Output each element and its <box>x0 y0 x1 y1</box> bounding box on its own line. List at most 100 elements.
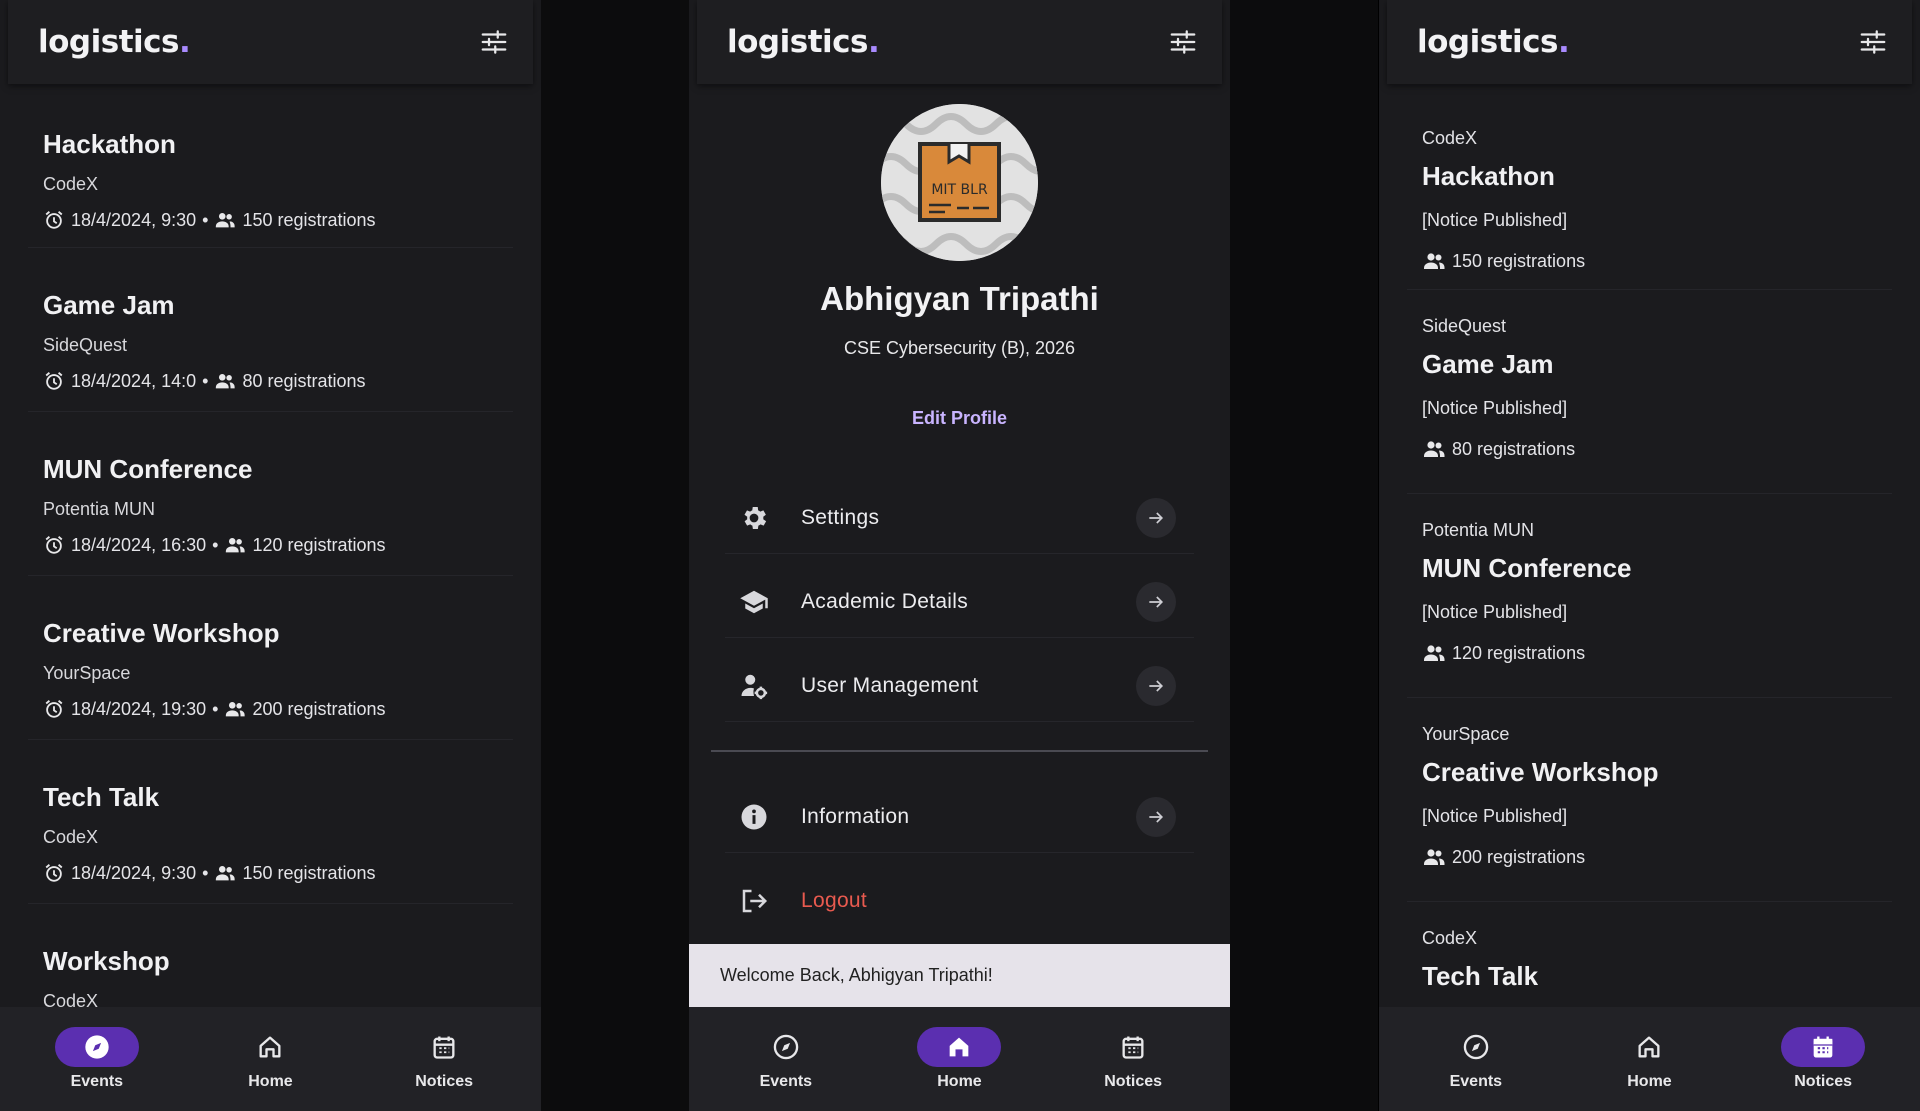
notice-status: [Notice Published] <box>1422 806 1568 826</box>
nav-label: Notices <box>1104 1073 1163 1090</box>
profile-screen: logistics. MIT BLR Abhigyan Tripathi CSE… <box>689 0 1230 1111</box>
notice-card[interactable]: CodeX Tech Talk <box>1407 902 1892 1007</box>
nav-notices[interactable]: Notices <box>384 1027 504 1091</box>
package-box-icon: MIT BLR <box>881 104 1038 261</box>
nav-indicator <box>1607 1027 1691 1067</box>
gutter <box>1230 0 1378 1111</box>
nav-indicator <box>1434 1027 1518 1067</box>
filter-icon[interactable] <box>1858 27 1888 57</box>
home-icon <box>950 1037 969 1057</box>
group-icon <box>1424 849 1445 865</box>
nav-notices[interactable]: Notices <box>1073 1027 1193 1091</box>
event-registrations: 150 registrations <box>242 862 376 883</box>
group-icon <box>1424 441 1445 457</box>
event-card[interactable]: MUN Conference Potentia MUN 18/4/2024, 1… <box>28 412 513 576</box>
arrow-right-icon <box>1149 679 1164 692</box>
event-card[interactable]: Tech Talk CodeX 18/4/2024, 9:30 • 150 re… <box>28 740 513 904</box>
edit-profile-button[interactable]: Edit Profile <box>689 408 1230 429</box>
settings-row[interactable]: Settings <box>725 482 1194 554</box>
event-registrations: 200 registrations <box>252 698 386 719</box>
notice-card[interactable]: CodeX Hackathon [Notice Published] 150 r… <box>1407 84 1892 290</box>
welcome-snackbar: Welcome Back, Abhigyan Tripathi! <box>689 944 1230 1007</box>
menu-label: Information <box>801 804 910 828</box>
notice-card[interactable]: SideQuest Game Jam [Notice Published] 80… <box>1407 290 1892 494</box>
event-datetime: 18/4/2024, 9:30 <box>71 209 197 230</box>
notices-screen: logistics. CodeX Hackathon [Notice Publi… <box>1379 0 1920 1111</box>
filter-icon[interactable] <box>479 27 509 57</box>
notice-card[interactable]: Potentia MUN MUN Conference [Notice Publ… <box>1407 494 1892 698</box>
nav-home[interactable]: Home <box>899 1027 1019 1091</box>
nav-home[interactable]: Home <box>210 1027 330 1091</box>
notice-registrations: 120 registrations <box>1452 642 1586 663</box>
calendar-icon <box>1122 1036 1144 1059</box>
event-club: SideQuest <box>43 335 128 355</box>
app-bar: logistics. <box>697 0 1222 84</box>
nav-indicator <box>744 1027 828 1067</box>
nav-label: Home <box>937 1073 982 1090</box>
filter-icon[interactable] <box>1168 27 1198 57</box>
information-row[interactable]: Information <box>725 781 1194 853</box>
arrow-right-icon <box>1149 810 1164 823</box>
notices-list[interactable]: CodeX Hackathon [Notice Published] 150 r… <box>1379 84 1920 1007</box>
notice-meta: 80 registrations <box>1422 437 1877 461</box>
alarm-clock-icon <box>45 372 63 390</box>
notice-registrations: 200 registrations <box>1452 846 1586 867</box>
event-club: CodeX <box>43 991 99 1007</box>
events-list[interactable]: Hackathon CodeX 18/4/2024, 9:30 • 150 re… <box>0 84 541 1007</box>
separator-dot: • <box>202 862 209 883</box>
event-card[interactable]: Creative Workshop YourSpace 18/4/2024, 1… <box>28 576 513 740</box>
compass-icon <box>773 1034 799 1060</box>
separator-dot: • <box>212 698 219 719</box>
arrow-right-button[interactable] <box>1136 581 1176 622</box>
notice-registrations: 80 registrations <box>1452 438 1576 459</box>
nav-label: Home <box>1627 1073 1672 1090</box>
nav-events[interactable]: Events <box>37 1027 157 1091</box>
notice-club: SideQuest <box>1422 316 1507 336</box>
separator-dot: • <box>202 370 209 391</box>
profile-content: MIT BLR Abhigyan Tripathi CSE Cybersecur… <box>689 84 1230 1007</box>
logout-label: Logout <box>801 889 868 912</box>
compass-icon <box>85 1035 109 1059</box>
academic-details-row[interactable]: Academic Details <box>725 566 1194 638</box>
event-title: Workshop <box>43 946 170 976</box>
nav-notices[interactable]: Notices <box>1763 1027 1883 1091</box>
app-logo: logistics. <box>38 24 191 60</box>
event-registrations: 150 registrations <box>242 209 376 230</box>
notice-club: CodeX <box>1422 928 1478 948</box>
event-meta: 18/4/2024, 19:30 • 200 registrations <box>43 698 498 720</box>
arrow-right-button[interactable] <box>1136 796 1176 837</box>
gear-icon <box>744 506 767 529</box>
user-management-row[interactable]: User Management <box>725 650 1194 722</box>
nav-home[interactable]: Home <box>1589 1027 1709 1091</box>
avatar[interactable]: MIT BLR <box>881 104 1038 261</box>
event-card[interactable]: Workshop CodeX <box>28 904 513 1007</box>
nav-indicator <box>402 1027 486 1067</box>
nav-events[interactable]: Events <box>1416 1027 1536 1091</box>
compass-icon <box>1463 1034 1489 1060</box>
nav-indicator <box>228 1027 312 1067</box>
notice-status: [Notice Published] <box>1422 602 1568 622</box>
menu-label: Academic Details <box>801 589 969 613</box>
nav-indicator <box>1091 1027 1175 1067</box>
event-card[interactable]: Hackathon CodeX 18/4/2024, 9:30 • 150 re… <box>28 84 513 248</box>
notice-card[interactable]: YourSpace Creative Workshop [Notice Publ… <box>1407 698 1892 902</box>
profile-name: Abhigyan Tripathi <box>820 280 1099 317</box>
group-icon <box>226 538 246 553</box>
notice-registrations: 150 registrations <box>1452 250 1586 271</box>
event-title: Hackathon <box>43 129 176 159</box>
arrow-right-button[interactable] <box>1136 665 1176 706</box>
home-icon <box>1638 1036 1660 1058</box>
nav-events[interactable]: Events <box>726 1027 846 1091</box>
event-club: Potentia MUN <box>43 499 156 519</box>
app-logo: logistics. <box>727 24 880 60</box>
event-card[interactable]: Game Jam SideQuest 18/4/2024, 14:0 • 80 … <box>28 248 513 412</box>
event-meta: 18/4/2024, 9:30 • 150 registrations <box>43 862 498 884</box>
nav-label: Events <box>1449 1073 1503 1090</box>
nav-indicator <box>54 1027 139 1067</box>
app-bar: logistics. <box>1387 0 1912 84</box>
profile-subtitle: CSE Cybersecurity (B), 2026 <box>843 338 1076 358</box>
logout-row[interactable]: Logout <box>725 865 1194 937</box>
user-settings-icon <box>741 674 768 699</box>
alarm-clock-icon <box>45 864 63 882</box>
arrow-right-button[interactable] <box>1136 497 1176 538</box>
